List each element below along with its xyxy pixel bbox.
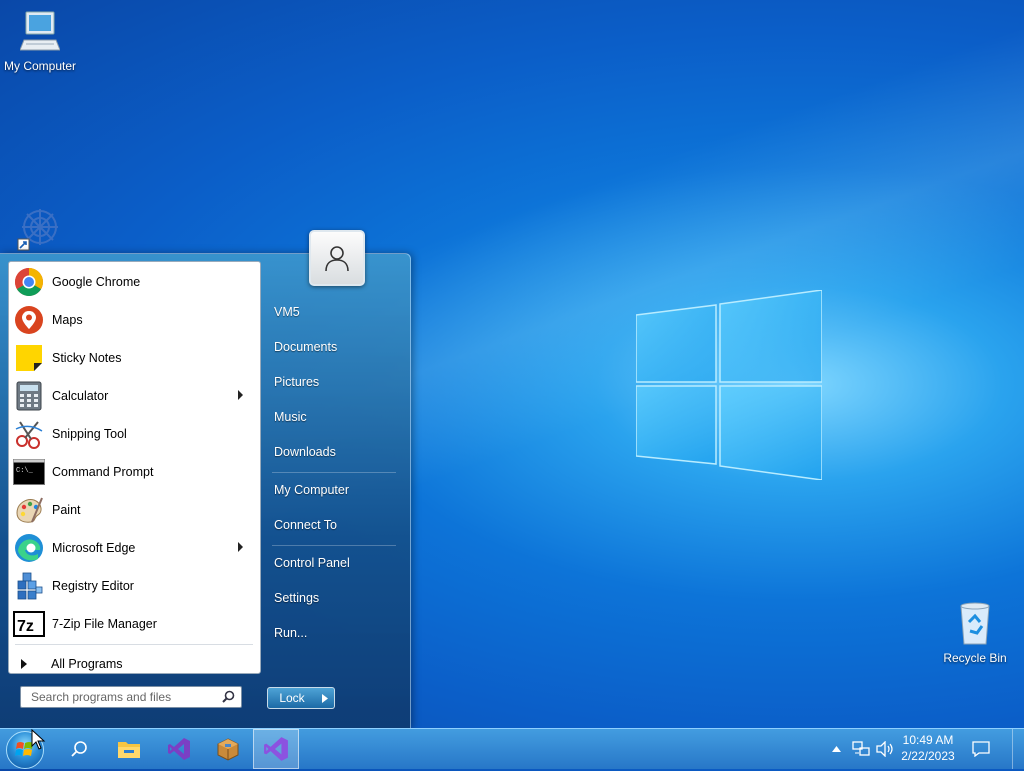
taskbar-visual-studio[interactable] xyxy=(156,729,202,769)
desktop-icon-my-computer[interactable]: My Computer xyxy=(0,10,80,73)
lock-button[interactable]: Lock xyxy=(267,687,317,709)
mouse-cursor-icon xyxy=(31,729,46,750)
link-connect-to[interactable]: Connect To xyxy=(267,512,397,538)
shutdown-options-button[interactable] xyxy=(315,687,335,709)
chrome-icon xyxy=(13,266,45,298)
taskbar: 10:49 AM 2/22/2023 xyxy=(0,728,1024,769)
program-registry-editor[interactable]: Registry Editor xyxy=(13,568,253,604)
desktop-icon-label: Recycle Bin xyxy=(943,651,1007,665)
separator xyxy=(15,644,253,645)
windows-logo-wallpaper xyxy=(636,290,822,480)
recycle-bin-icon xyxy=(960,602,990,645)
taskbar-clock[interactable]: 10:49 AM 2/22/2023 xyxy=(897,732,959,764)
link-music[interactable]: Music xyxy=(267,404,397,430)
taskbar-visual-studio-active[interactable] xyxy=(253,729,299,769)
show-desktop-button[interactable] xyxy=(1012,729,1024,769)
search-icon xyxy=(222,690,235,703)
calculator-icon xyxy=(13,380,45,412)
taskbar-file-explorer[interactable] xyxy=(106,729,152,769)
submenu-arrow-icon xyxy=(238,542,243,552)
edge-icon xyxy=(13,532,45,564)
taskbar-search-button[interactable] xyxy=(56,729,102,769)
link-control-panel[interactable]: Control Panel xyxy=(267,550,397,576)
program-label: Paint xyxy=(52,503,81,517)
program-label: 7-Zip File Manager xyxy=(52,617,157,631)
file-explorer-icon xyxy=(118,742,140,758)
svg-text:C:\_: C:\_ xyxy=(16,467,34,475)
action-center-button[interactable] xyxy=(968,729,994,769)
7zip-icon: 7z xyxy=(13,608,45,640)
network-tray-button[interactable] xyxy=(850,729,872,769)
program-maps[interactable]: Maps xyxy=(13,302,253,338)
shortcut-app-icon xyxy=(17,209,58,251)
search-input[interactable]: Search programs and files xyxy=(20,686,242,708)
submenu-arrow-icon xyxy=(238,390,243,400)
desktop-icon-label: My Computer xyxy=(3,59,77,73)
start-menu-programs-pane: Google Chrome Maps Sticky Notes Calculat… xyxy=(8,261,261,674)
user-picture[interactable] xyxy=(309,230,365,286)
link-downloads[interactable]: Downloads xyxy=(267,439,397,465)
clock-date: 2/22/2023 xyxy=(901,749,955,763)
program-label: Sticky Notes xyxy=(52,351,122,365)
notification-icon xyxy=(972,741,990,757)
link-settings[interactable]: Settings xyxy=(267,585,397,611)
user-icon xyxy=(325,246,349,272)
maps-icon xyxy=(13,304,45,336)
visual-studio-active-icon xyxy=(264,737,288,761)
all-programs-button[interactable]: All Programs xyxy=(13,654,253,674)
link-pictures[interactable]: Pictures xyxy=(267,369,397,395)
program-snipping-tool[interactable]: Snipping Tool xyxy=(13,416,253,452)
paint-icon xyxy=(13,494,45,526)
program-calculator[interactable]: Calculator xyxy=(13,378,253,414)
show-hidden-icons-button[interactable] xyxy=(829,729,843,769)
chevron-right-icon xyxy=(21,659,27,669)
program-label: Microsoft Edge xyxy=(52,541,136,555)
desktop-icon-shortcut[interactable] xyxy=(0,205,80,256)
program-label: Google Chrome xyxy=(52,275,141,289)
program-label: Maps xyxy=(52,313,83,327)
visual-studio-icon xyxy=(168,738,190,760)
program-command-prompt[interactable]: C:\_ Command Prompt xyxy=(13,454,253,490)
program-label: Registry Editor xyxy=(52,579,134,593)
program-sticky-notes[interactable]: Sticky Notes xyxy=(13,340,253,376)
program-label: Command Prompt xyxy=(52,465,154,479)
program-7zip-file-manager[interactable]: 7z 7-Zip File Manager xyxy=(13,606,253,642)
snipping-tool-icon xyxy=(13,418,45,450)
separator xyxy=(272,472,396,473)
package-icon xyxy=(217,738,239,761)
program-google-chrome[interactable]: Google Chrome xyxy=(13,264,253,300)
chevron-right-icon xyxy=(322,693,328,703)
program-label: Calculator xyxy=(52,389,109,403)
all-programs-label: All Programs xyxy=(51,657,123,671)
program-paint[interactable]: Paint xyxy=(13,492,253,528)
link-user-folder[interactable]: VM5 xyxy=(267,299,397,325)
command-prompt-icon: C:\_ xyxy=(13,456,45,488)
link-my-computer[interactable]: My Computer xyxy=(267,477,397,503)
network-icon xyxy=(852,741,870,756)
taskbar-package-app[interactable] xyxy=(205,729,251,769)
computer-icon xyxy=(19,11,61,51)
search-icon xyxy=(71,741,87,757)
clock-time: 10:49 AM xyxy=(902,733,954,747)
link-run[interactable]: Run... xyxy=(267,620,397,646)
start-menu: Google Chrome Maps Sticky Notes Calculat… xyxy=(0,230,411,729)
program-label: Snipping Tool xyxy=(52,427,127,441)
link-documents[interactable]: Documents xyxy=(267,334,397,360)
program-microsoft-edge[interactable]: Microsoft Edge xyxy=(13,530,253,566)
search-placeholder: Search programs and files xyxy=(31,690,172,704)
registry-editor-icon xyxy=(13,570,45,602)
desktop-icon-recycle-bin[interactable]: Recycle Bin xyxy=(935,600,1015,665)
svg-text:7z: 7z xyxy=(17,618,34,635)
sticky-notes-icon xyxy=(13,342,45,374)
separator xyxy=(272,545,396,546)
volume-tray-button[interactable] xyxy=(874,729,896,769)
speaker-icon xyxy=(876,741,893,757)
chevron-up-icon xyxy=(831,746,841,752)
